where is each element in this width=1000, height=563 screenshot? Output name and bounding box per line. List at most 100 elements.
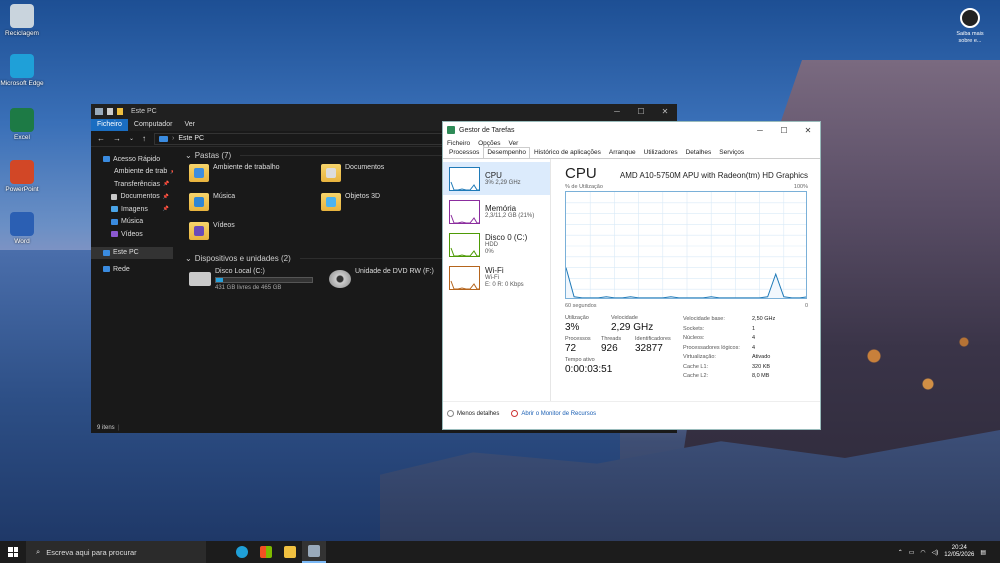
nav-label: Ambiente de trab	[114, 168, 168, 176]
ribbon-tab[interactable]: Computador	[128, 119, 179, 131]
nav-icon	[111, 193, 118, 200]
taskbar-store[interactable]	[254, 541, 278, 563]
folder-item[interactable]: Música	[189, 193, 321, 217]
resource-sub1: Wi-Fi	[485, 275, 499, 281]
nav-item[interactable]: Transferências 📌	[91, 178, 173, 191]
folder-icon	[321, 193, 341, 211]
close-icon[interactable]: ✕	[653, 107, 677, 116]
taskmgr-titlebar[interactable]: Gestor de Tarefas ─ ☐ ✕	[443, 122, 820, 138]
resource-item[interactable]: Memória 2,3/11,2 GB (21%)	[443, 195, 550, 228]
resource-mini-graph	[449, 199, 480, 224]
nav-item[interactable]: Acesso Rápido	[91, 153, 173, 166]
spec-row: Sockets: 1	[683, 325, 808, 335]
desktop-icon[interactable]: Reciclagem	[0, 4, 44, 37]
graph-time-right: 0	[804, 303, 808, 309]
menu-item[interactable]: Ver	[509, 140, 519, 147]
nav-item[interactable]: Documentos 📌	[91, 191, 173, 204]
folder-item[interactable]: Ambiente de trabalho	[189, 164, 321, 188]
nav-item[interactable]: Música	[91, 216, 173, 229]
tab[interactable]: Processos	[445, 147, 483, 158]
taskbar-explorer[interactable]	[278, 541, 302, 563]
menu-item[interactable]: Opções	[478, 140, 500, 147]
spec-key: Cache L2:	[683, 373, 709, 379]
minimize-icon[interactable]: ─	[748, 126, 772, 135]
maximize-icon[interactable]: ☐	[629, 107, 653, 116]
nav-icon	[103, 249, 110, 256]
taskbar-search[interactable]: ⌕ Escreva aqui para procurar	[26, 541, 206, 563]
item-count: 9 itens	[97, 425, 115, 431]
resource-sub1: 2,3/11,2 GB (21%)	[485, 212, 535, 219]
nav-item[interactable]: Ambiente de trab📌	[91, 166, 173, 179]
ribbon-tab[interactable]: Ficheiro	[91, 119, 128, 131]
explorer-titlebar[interactable]: Este PC ─ ☐ ✕	[91, 104, 677, 119]
resource-item[interactable]: Disco 0 (C:) HDD 0%	[443, 228, 550, 261]
nav-item[interactable]: Imagens 📌	[91, 203, 173, 216]
chevron-up-icon[interactable]: ⌃	[898, 549, 903, 556]
forward-arrow-icon[interactable]: →	[113, 134, 121, 143]
start-button[interactable]	[0, 541, 26, 563]
nav-item[interactable]: Rede	[91, 263, 173, 276]
volume-icon[interactable]: ◁)	[932, 549, 939, 556]
ribbon-tab[interactable]: Ver	[178, 119, 201, 131]
up-arrow-icon[interactable]: ↑	[142, 134, 146, 143]
resource-list: CPU 3% 2,29 GHz Memória 2,3/11,2 GB (21%) Di…	[443, 159, 551, 401]
nav-label: Este PC	[113, 249, 139, 257]
spec-key: Virtualização:	[683, 354, 716, 360]
tab[interactable]: Arranque	[605, 147, 640, 158]
nav-item[interactable]: Este PC	[91, 246, 173, 259]
network-icon[interactable]: ▭	[909, 549, 915, 556]
task-manager-window: Gestor de Tarefas ─ ☐ ✕ Ficheiro Opções Ve…	[442, 121, 821, 430]
resource-name: CPU	[485, 170, 502, 180]
desktop-icon[interactable]: PowerPoint	[0, 160, 44, 193]
breadcrumb-chevron-icon: ›	[172, 135, 175, 142]
clock[interactable]: 20:24 12/05/2026	[944, 545, 974, 559]
desktop-icon[interactable]: Excel	[0, 108, 44, 141]
tab[interactable]: Histórico de aplicações	[530, 147, 605, 158]
close-icon[interactable]: ✕	[796, 126, 820, 135]
nav-item[interactable]: Vídeos	[91, 228, 173, 241]
spec-value: 1	[752, 325, 756, 332]
wifi-icon[interactable]: ◠	[920, 549, 925, 556]
spec-key: Processadores lógicos:	[683, 344, 740, 351]
cpu-usage-graph	[565, 191, 809, 300]
new-folder-icon[interactable]	[117, 108, 123, 115]
folder-item[interactable]: Objetos 3D	[321, 193, 453, 217]
chevron-down-icon[interactable]: ⌄	[129, 135, 134, 142]
taskbar-edge[interactable]	[230, 541, 254, 563]
fewer-details-button[interactable]: Menos detalhes	[447, 409, 499, 417]
folder-item[interactable]: Documentos	[321, 164, 453, 188]
minimize-icon[interactable]: ─	[605, 107, 629, 116]
folder-item[interactable]: Vídeos	[189, 222, 321, 246]
taskbar-task-manager[interactable]	[302, 541, 326, 563]
saiba-mais-widget[interactable]: Saiba mais sobre e...	[954, 8, 986, 45]
drive-c[interactable]: Disco Local (C:) 431 GB livres de 465 GB	[189, 268, 321, 291]
back-arrow-icon[interactable]: ←	[97, 134, 105, 143]
spec-row: Núcleos: 4	[683, 334, 808, 344]
resource-monitor-link[interactable]: Abrir o Monitor de Recursos	[511, 409, 596, 417]
app-icon	[10, 160, 34, 184]
folder-icon	[189, 164, 209, 182]
properties-icon[interactable]	[107, 108, 113, 115]
uptime-value: 0:00:03:51	[565, 364, 613, 375]
nav-label: Vídeos	[121, 230, 143, 238]
tab[interactable]: Utilizadores	[640, 147, 682, 158]
folders-header-label: Pastas (7)	[194, 150, 232, 160]
tab[interactable]: Desempenho	[483, 147, 531, 158]
desktop-icon[interactable]: Word	[0, 212, 44, 245]
windows-logo-icon	[8, 547, 18, 557]
nav-label: Acesso Rápido	[113, 155, 161, 163]
nav-label: Documentos	[120, 193, 160, 201]
desktop-icon[interactable]: Microsoft Edge	[0, 54, 44, 87]
tab[interactable]: Detalhes	[682, 147, 716, 158]
maximize-icon[interactable]: ☐	[772, 126, 796, 135]
tab[interactable]: Serviços	[715, 147, 748, 158]
menu-item[interactable]: Ficheiro	[447, 140, 470, 147]
notifications-icon[interactable]: ▤	[980, 549, 986, 556]
resource-mini-graph	[449, 232, 480, 257]
resource-item[interactable]: Wi-Fi Wi-Fi E: 0 R: 0 Kbps	[443, 261, 550, 294]
wallpaper-lights	[820, 300, 1000, 440]
resource-item[interactable]: CPU 3% 2,29 GHz	[443, 162, 550, 195]
resource-sub2: 0%	[485, 249, 494, 255]
desktop-icon-label: Word	[14, 238, 30, 245]
resource-mini-graph	[449, 265, 480, 290]
